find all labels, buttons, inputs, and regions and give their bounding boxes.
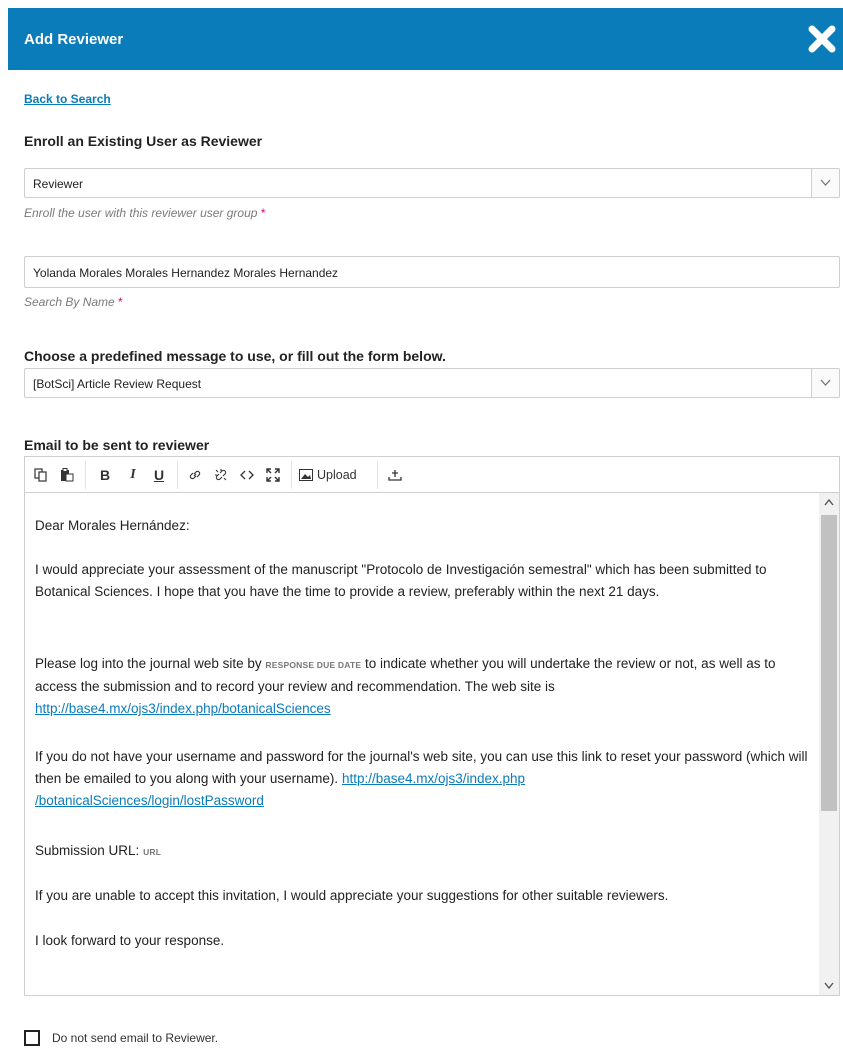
image-icon [299, 469, 313, 481]
copy-icon [34, 468, 47, 482]
bold-button[interactable]: B [95, 464, 115, 486]
link-button[interactable] [185, 464, 205, 486]
email-greeting: Dear Morales Hernández: [35, 518, 190, 533]
editor-scrollbar[interactable] [819, 493, 839, 995]
toolbar-separator [85, 461, 86, 489]
fullscreen-button[interactable] [263, 464, 283, 486]
toolbar-separator [377, 461, 378, 489]
reviewer-name-input[interactable]: Yolanda Morales Morales Hernandez Morale… [24, 256, 840, 288]
dialog-title: Add Reviewer [24, 31, 124, 48]
required-marker: * [118, 295, 123, 309]
dialog-header: Add Reviewer [8, 8, 843, 70]
insert-icon [388, 470, 402, 481]
close-icon [808, 25, 836, 53]
unlink-icon [215, 469, 227, 481]
upload-label: Upload [317, 468, 357, 482]
paste-button[interactable] [57, 464, 77, 486]
email-text: Submission URL: [35, 843, 140, 858]
skip-email-option: Do not send email to Reviewer. [24, 1030, 218, 1046]
enroll-heading: Enroll an Existing User as Reviewer [24, 133, 263, 149]
lost-password-link-part: http://base4.mx/ojs3/index.php [341, 771, 526, 786]
select-arrow[interactable] [811, 369, 839, 397]
italic-button[interactable]: I [123, 464, 143, 486]
scroll-up-icon[interactable] [824, 499, 834, 506]
journal-site-link[interactable]: http://base4.mx/ojs3/index.php/botanical… [35, 701, 331, 716]
paste-icon [61, 468, 74, 482]
underline-icon: U [153, 467, 165, 483]
copy-button[interactable] [31, 464, 51, 486]
underline-button[interactable]: U [149, 464, 169, 486]
reviewer-name-value: Yolanda Morales Morales Hernandez Morale… [33, 266, 339, 280]
reviewer-group-select[interactable]: Reviewer [24, 168, 840, 198]
chevron-down-icon [820, 379, 831, 386]
email-editor[interactable]: B I U Upload Dear Morales Hernández: I w… [24, 456, 840, 996]
search-by-name-hint-text: Search By Name [24, 295, 115, 309]
reviewer-group-value: Reviewer [33, 177, 84, 191]
source-code-button[interactable] [237, 464, 257, 486]
reviewer-group-hint-text: Enroll the user with this reviewer user … [24, 206, 258, 220]
search-by-name-hint: Search By Name * [24, 295, 123, 309]
email-paragraph: If you do not have your username and pas… [35, 746, 815, 812]
toolbar-separator [291, 461, 292, 489]
template-heading: Choose a predefined message to use, or f… [24, 348, 446, 364]
email-paragraph: Submission URL: URL [35, 840, 815, 863]
reviewer-group-hint: Enroll the user with this reviewer user … [24, 206, 265, 220]
url-variable: URL [143, 847, 162, 857]
link-icon [189, 470, 201, 480]
email-heading: Email to be sent to reviewer [24, 437, 210, 453]
lost-password-link-part: /botanicalSciences/login/lostPassword [35, 793, 264, 808]
email-text: Please log into the journal web site by [35, 656, 262, 671]
bold-icon: B [99, 467, 111, 483]
select-arrow[interactable] [811, 169, 839, 197]
email-paragraph: I look forward to your response. [35, 933, 225, 948]
editor-toolbar: B I U Upload [25, 457, 839, 493]
unlink-button[interactable] [211, 464, 231, 486]
fullscreen-icon [266, 468, 280, 482]
toolbar-separator [177, 461, 178, 489]
email-paragraph: If you are unable to accept this invitat… [35, 888, 669, 903]
email-body[interactable]: Dear Morales Hernández: I would apprecia… [25, 493, 819, 993]
skip-email-label[interactable]: Do not send email to Reviewer. [52, 1031, 218, 1045]
chevron-down-icon [820, 179, 831, 186]
email-template-select[interactable]: [BotSci] Article Review Request [24, 368, 840, 398]
close-button[interactable] [805, 22, 839, 56]
required-marker: * [260, 206, 266, 220]
email-paragraph: Please log into the journal web site by … [35, 653, 815, 720]
insert-variable-button[interactable] [385, 464, 405, 486]
email-paragraph: I would appreciate your assessment of th… [35, 562, 767, 599]
back-to-search-link[interactable]: Back to Search [24, 92, 111, 106]
upload-image-button[interactable]: Upload [299, 464, 379, 486]
email-template-value: [BotSci] Article Review Request [33, 377, 202, 391]
italic-icon: I [130, 467, 136, 482]
scroll-down-icon[interactable] [824, 982, 834, 989]
response-due-date-variable: RESPONSE DUE DATE [265, 660, 362, 670]
code-icon [240, 470, 254, 480]
scrollbar-thumb[interactable] [821, 515, 837, 811]
skip-email-checkbox[interactable] [24, 1030, 40, 1046]
